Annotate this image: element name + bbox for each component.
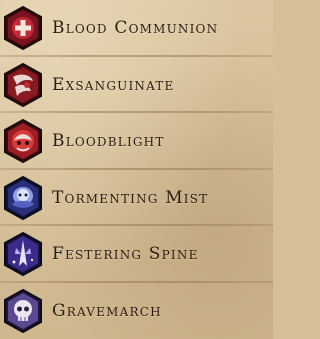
tormenting-mist-icon xyxy=(3,175,43,220)
ability-label: Gravemarch xyxy=(52,300,162,321)
ability-item-bloodblight[interactable]: Bloodblight xyxy=(0,113,273,170)
ability-label: Blood Communion xyxy=(52,18,219,39)
gravemarch-icon xyxy=(3,288,43,333)
ability-list: Blood Communion Exsanguinate Bloodblight… xyxy=(0,0,273,339)
exsanguinate-icon xyxy=(3,62,43,107)
ability-label: Exsanguinate xyxy=(52,74,175,95)
ability-item-exsanguinate[interactable]: Exsanguinate xyxy=(0,57,273,114)
ability-item-blood-communion[interactable]: Blood Communion xyxy=(0,0,273,57)
bloodblight-icon xyxy=(3,119,43,164)
ability-label: Bloodblight xyxy=(52,131,165,152)
ability-label: Tormenting Mist xyxy=(52,187,209,208)
ability-label: Festering Spine xyxy=(52,244,199,265)
blood-communion-icon xyxy=(3,6,43,51)
ability-item-tormenting-mist[interactable]: Tormenting Mist xyxy=(0,170,273,227)
ability-item-festering-spine[interactable]: Festering Spine xyxy=(0,226,273,283)
ability-item-gravemarch[interactable]: Gravemarch xyxy=(0,283,273,339)
festering-spine-icon xyxy=(3,232,43,277)
